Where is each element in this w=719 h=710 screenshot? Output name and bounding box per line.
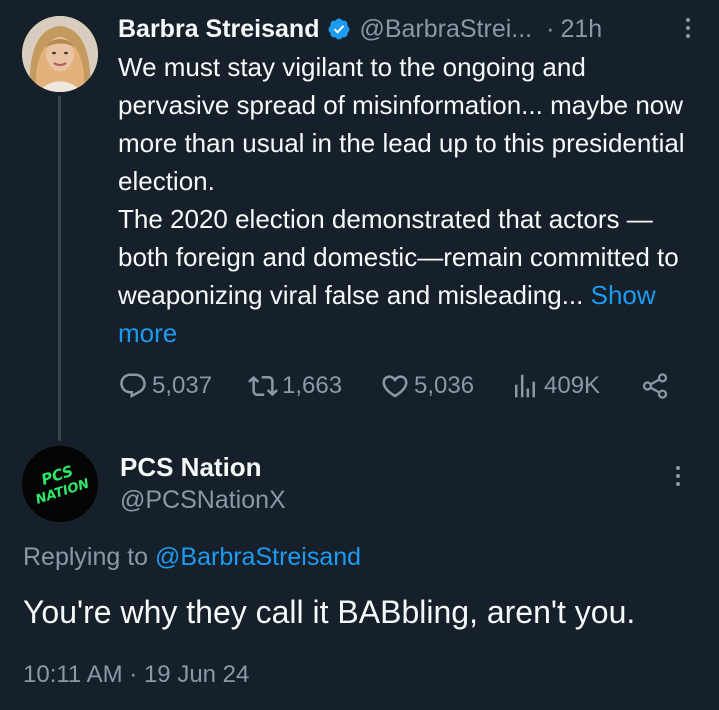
replying-mention-link[interactable]: @BarbraStreisand (155, 543, 361, 571)
verified-badge-icon (328, 18, 350, 40)
repost-icon (248, 375, 278, 397)
reply-timestamp[interactable]: 10:11 AM · 19 Jun 24 (23, 661, 249, 689)
reply-button[interactable]: 5,037 (118, 371, 212, 401)
views-count: 409K (544, 372, 601, 399)
reply-author-name[interactable]: PCS Nation (120, 451, 286, 483)
heart-icon (382, 375, 408, 398)
tweet-body: We must stay vigilant to the ongoing and… (118, 48, 698, 352)
share-icon (642, 373, 668, 399)
avatar-barbra-streisand[interactable] (22, 16, 98, 92)
views-chart-icon (515, 374, 535, 398)
tweet-actions: 5,037 1,663 5,036 409K (118, 366, 678, 406)
more-vertical-icon[interactable] (682, 18, 694, 38)
pcs-nation-logo: PCS NATION (22, 446, 98, 522)
repost-button[interactable]: 1,663 (248, 371, 342, 401)
avatar-image (22, 16, 98, 92)
author-handle[interactable]: @BarbraStrei... (359, 15, 532, 44)
reply-count: 5,037 (152, 372, 213, 399)
like-count: 5,036 (414, 372, 475, 399)
tweet-paragraph-2: The 2020 election demonstrated that acto… (118, 200, 698, 352)
thread-connector-line (58, 96, 61, 441)
separator-dot: · (546, 14, 555, 43)
reply-author-handle[interactable]: @PCSNationX (120, 483, 286, 517)
like-button[interactable]: 5,036 (380, 371, 474, 401)
reply-body: You're why they call it BABbling, aren't… (23, 594, 636, 630)
replying-to-line: Replying to @BarbraStreisand (23, 543, 361, 572)
share-button[interactable] (640, 371, 670, 401)
more-vertical-icon[interactable] (672, 466, 684, 486)
tweet-paragraph-1: We must stay vigilant to the ongoing and… (118, 52, 685, 196)
tweet-header: Barbra Streisand @BarbraStrei... · 21h (118, 10, 698, 48)
repost-count: 1,663 (282, 372, 343, 399)
author-name[interactable]: Barbra Streisand (118, 15, 319, 44)
original-tweet[interactable]: Barbra Streisand @BarbraStrei... · 21h W… (118, 10, 698, 399)
replying-prefix: Replying to (23, 543, 149, 571)
reply-header: PCS Nation @PCSNationX (120, 451, 286, 517)
views-button[interactable]: 409K (510, 371, 600, 401)
avatar-pcs-nation[interactable]: PCS NATION (22, 446, 98, 522)
tweet-time[interactable]: 21h (560, 15, 602, 44)
reply-icon (120, 373, 146, 399)
